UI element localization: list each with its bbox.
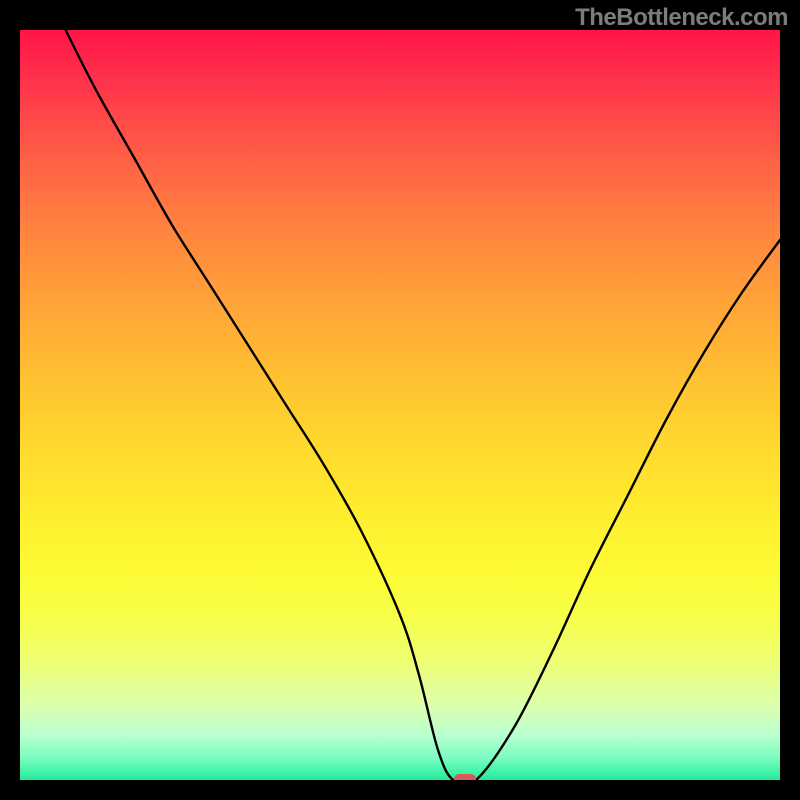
plot-area [20,30,780,780]
minimum-marker [454,774,476,780]
chart-frame: TheBottleneck.com [0,0,800,800]
bottleneck-curve [20,30,780,780]
watermark-text: TheBottleneck.com [575,4,788,32]
